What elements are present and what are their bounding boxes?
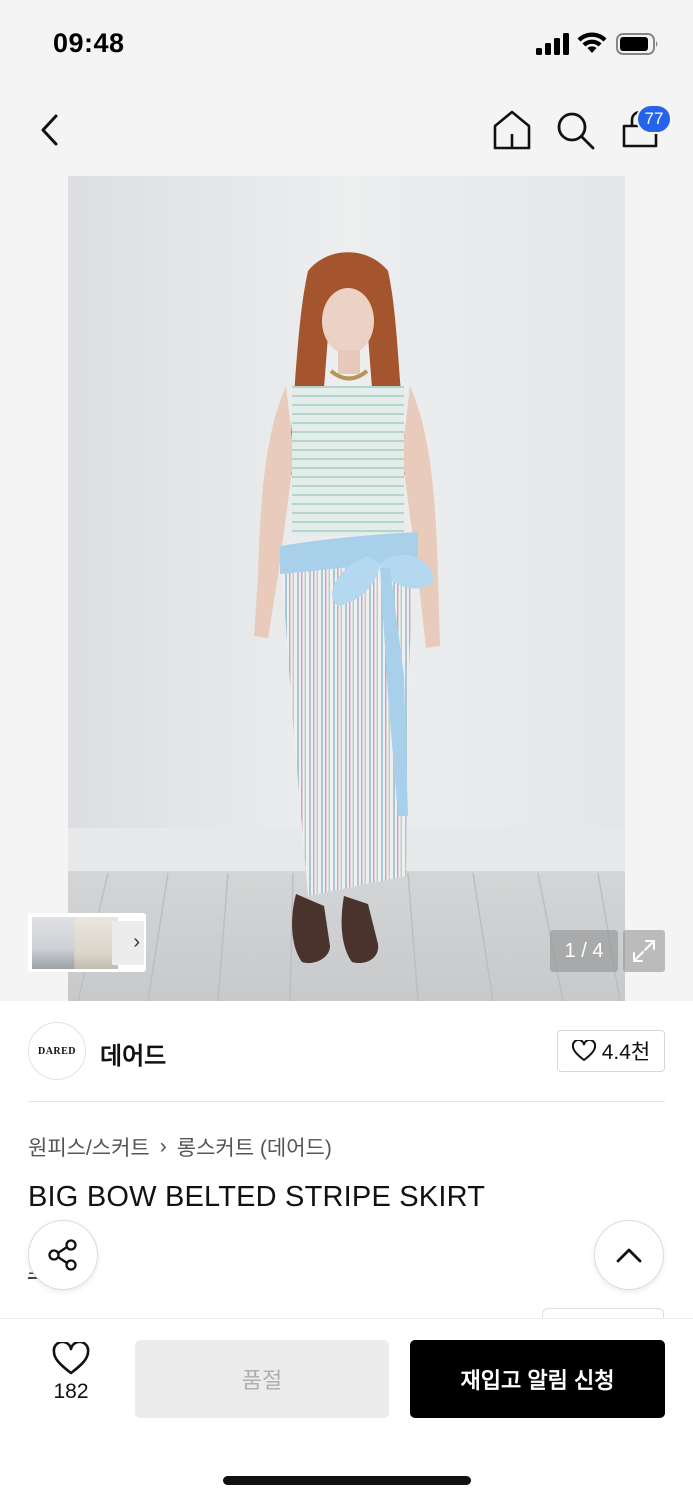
brand-logo[interactable]: DARED	[28, 1022, 86, 1080]
brand-name[interactable]: 데어드	[100, 1036, 166, 1071]
chevron-up-icon	[616, 1248, 642, 1263]
product-photo[interactable]	[68, 176, 625, 1001]
brand-like-count: 4.4천	[601, 1041, 651, 1064]
battery-icon	[616, 33, 658, 55]
restock-alert-button[interactable]: 재입고 알림 신청	[410, 1340, 665, 1418]
status-time: 09:48	[53, 28, 125, 58]
product-like-button[interactable]: 182	[40, 1342, 102, 1404]
cellular-signal-icon	[536, 33, 569, 55]
share-button[interactable]	[28, 1220, 98, 1290]
breadcrumb-subcategory[interactable]: 롱스커트 (데어드)	[177, 1132, 332, 1162]
thumbnail-image	[32, 917, 76, 969]
expand-button[interactable]	[623, 930, 665, 972]
product-like-count: 182	[53, 1380, 89, 1403]
home-button[interactable]	[490, 108, 534, 152]
search-button[interactable]	[554, 108, 598, 152]
chevron-right-icon: ›	[133, 931, 140, 953]
product-title: BIG BOW BELTED STRIPE SKIRT	[28, 1181, 486, 1213]
divider	[28, 1101, 665, 1102]
expand-icon	[633, 940, 655, 962]
breadcrumb-category[interactable]: 원피스/스커트	[28, 1132, 150, 1162]
share-icon	[48, 1239, 77, 1271]
coupon-box-partial	[542, 1308, 664, 1318]
home-icon	[493, 110, 531, 150]
status-bar: 09:48	[0, 0, 693, 88]
brand-like-button[interactable]: 4.4천	[557, 1030, 665, 1072]
soldout-button: 품절	[135, 1340, 389, 1418]
breadcrumb-separator: ›	[159, 1135, 167, 1158]
thumbnail-strip[interactable]: ›	[28, 913, 146, 972]
product-image	[68, 176, 625, 1001]
wifi-icon	[577, 32, 607, 53]
home-indicator	[223, 1476, 471, 1485]
scroll-top-button[interactable]	[594, 1220, 664, 1290]
heart-icon	[52, 1342, 90, 1375]
image-page-counter: 1 / 4	[550, 930, 618, 972]
heart-icon	[571, 1040, 596, 1061]
cart-count-badge: 77	[636, 104, 672, 134]
search-icon	[557, 112, 595, 150]
breadcrumb: 원피스/스커트 › 롱스커트 (데어드)	[28, 1132, 332, 1162]
chevron-left-icon	[41, 114, 58, 146]
back-button[interactable]	[30, 108, 70, 152]
